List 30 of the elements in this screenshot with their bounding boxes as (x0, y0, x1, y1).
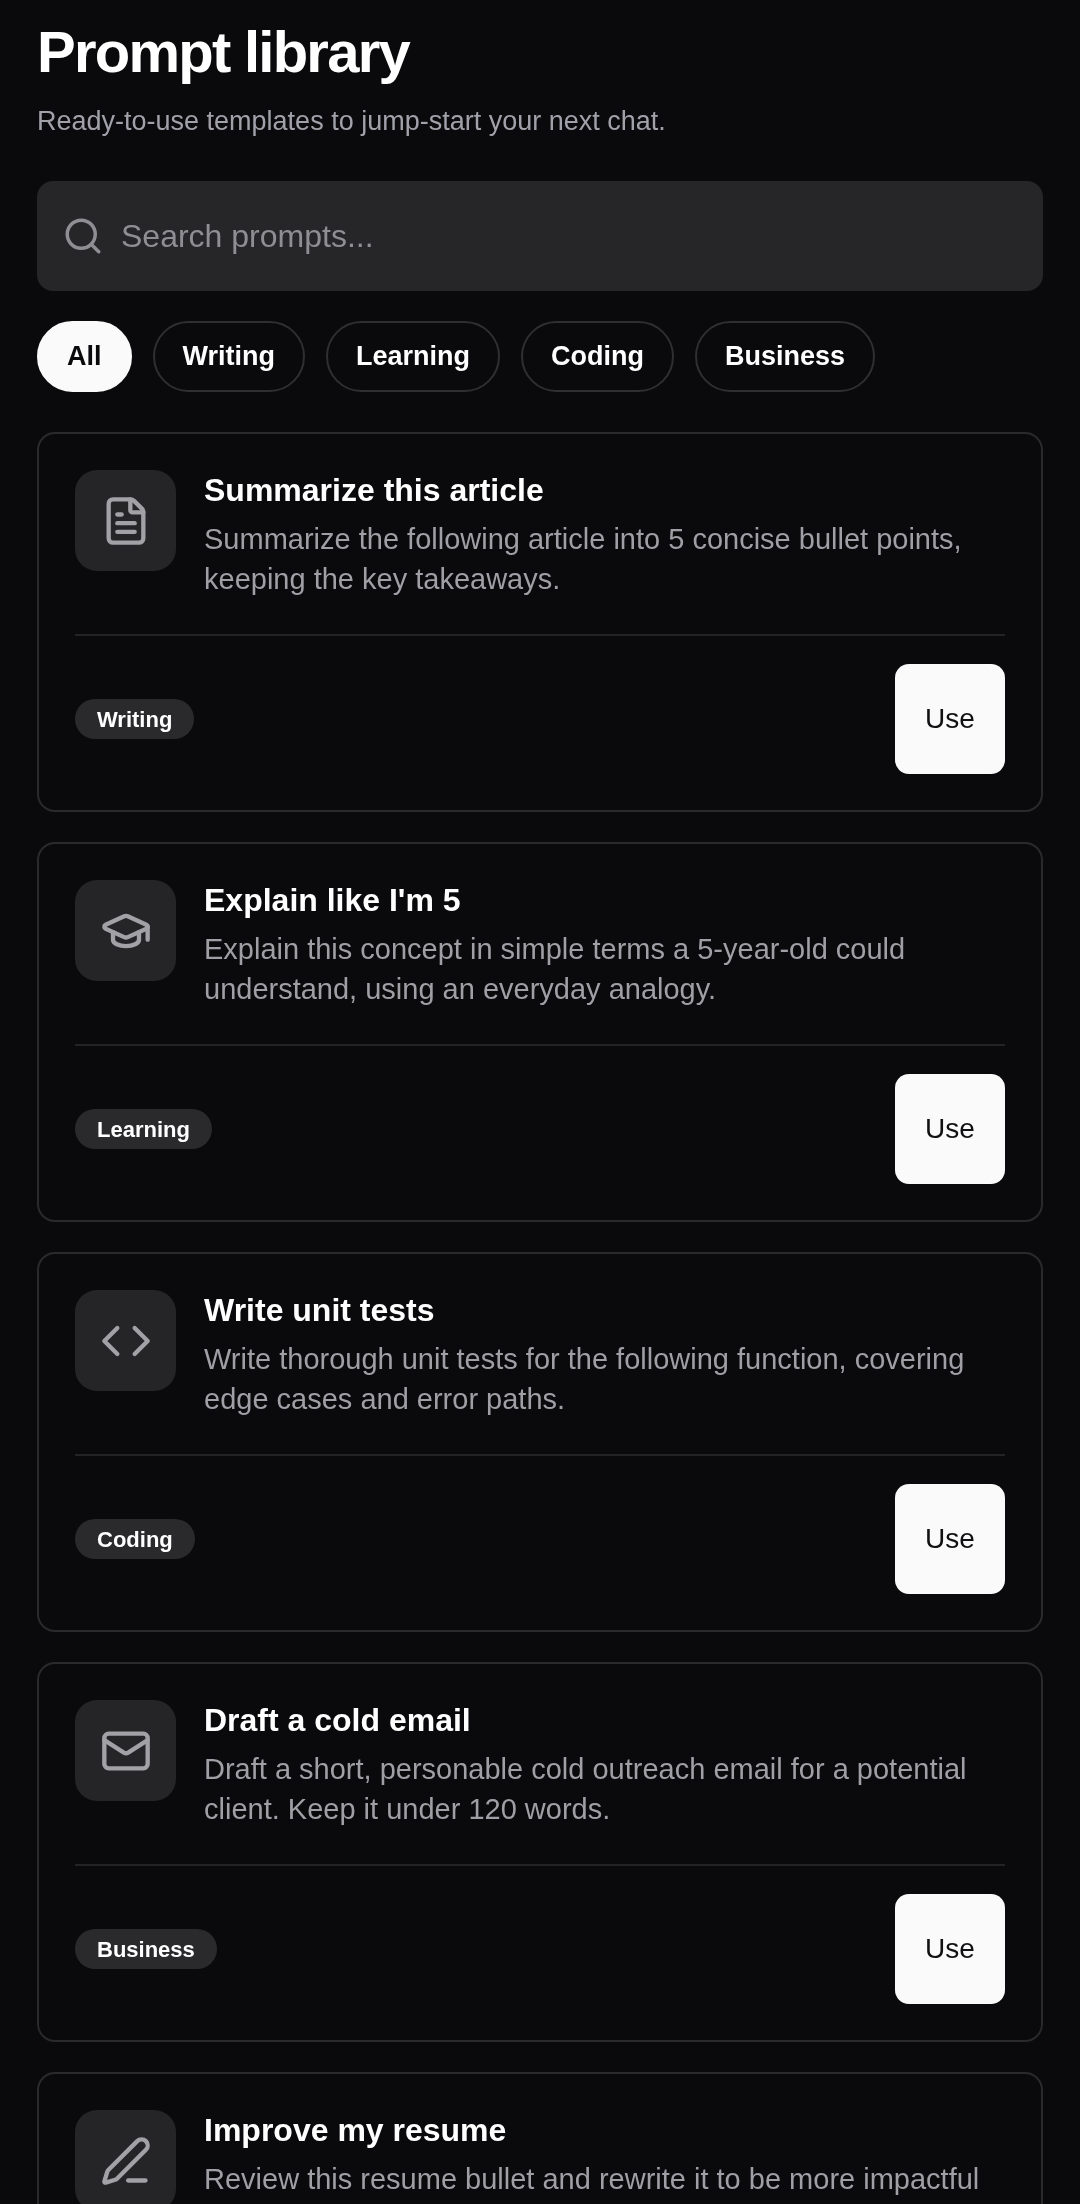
category-tag: Coding (75, 1519, 195, 1559)
prompt-description: Summarize the following article into 5 concise bullet points, keeping the key takeaways. (204, 522, 963, 597)
filter-chip[interactable]: Learning (326, 321, 500, 392)
use-button[interactable]: Use (895, 664, 1005, 774)
graduation-cap-icon (75, 880, 176, 981)
filter-chip[interactable]: All (37, 321, 132, 392)
prompt-title: Draft a cold email (204, 1701, 471, 1740)
filter-chip[interactable]: Writing (152, 321, 305, 392)
prompt-description: Explain this concept in simple terms a 5-year-old could understand, using an everyday analogy. (204, 932, 907, 1007)
category-tag: Writing (75, 699, 195, 739)
prompt-title: Explain like I'm 5 (204, 881, 461, 920)
prompt-title: Improve my resume (204, 2111, 507, 2150)
use-button[interactable]: Use (895, 1074, 1005, 1184)
page-subtitle: Ready-to-use templates to jump-start your next chat. (37, 105, 666, 138)
use-button[interactable]: Use (895, 1484, 1005, 1594)
category-tag: Business (75, 1929, 217, 1969)
category-tag: Learning (75, 1109, 212, 1149)
code-icon (75, 1290, 176, 1391)
filter-chip[interactable]: Coding (521, 321, 674, 392)
search-field[interactable]: Search prompts... (37, 181, 1043, 291)
prompt-description: Write thorough unit tests for the following function, covering edge cases and error paths. (204, 1342, 966, 1417)
prompt-title: Write unit tests (204, 1291, 435, 1330)
document-icon (75, 470, 176, 571)
prompt-title: Summarize this article (204, 471, 544, 510)
prompt-description: Draft a short, personable cold outreach email for a potential client. Keep it under 120 words. (204, 1752, 968, 1827)
prompt-description: Review this resume bullet and rewrite it to be more impactful (204, 2162, 981, 2197)
page-title: Prompt library (37, 18, 410, 86)
envelope-icon (75, 1700, 176, 1801)
use-button[interactable]: Use (895, 1894, 1005, 2004)
filter-chip[interactable]: Business (695, 321, 876, 392)
